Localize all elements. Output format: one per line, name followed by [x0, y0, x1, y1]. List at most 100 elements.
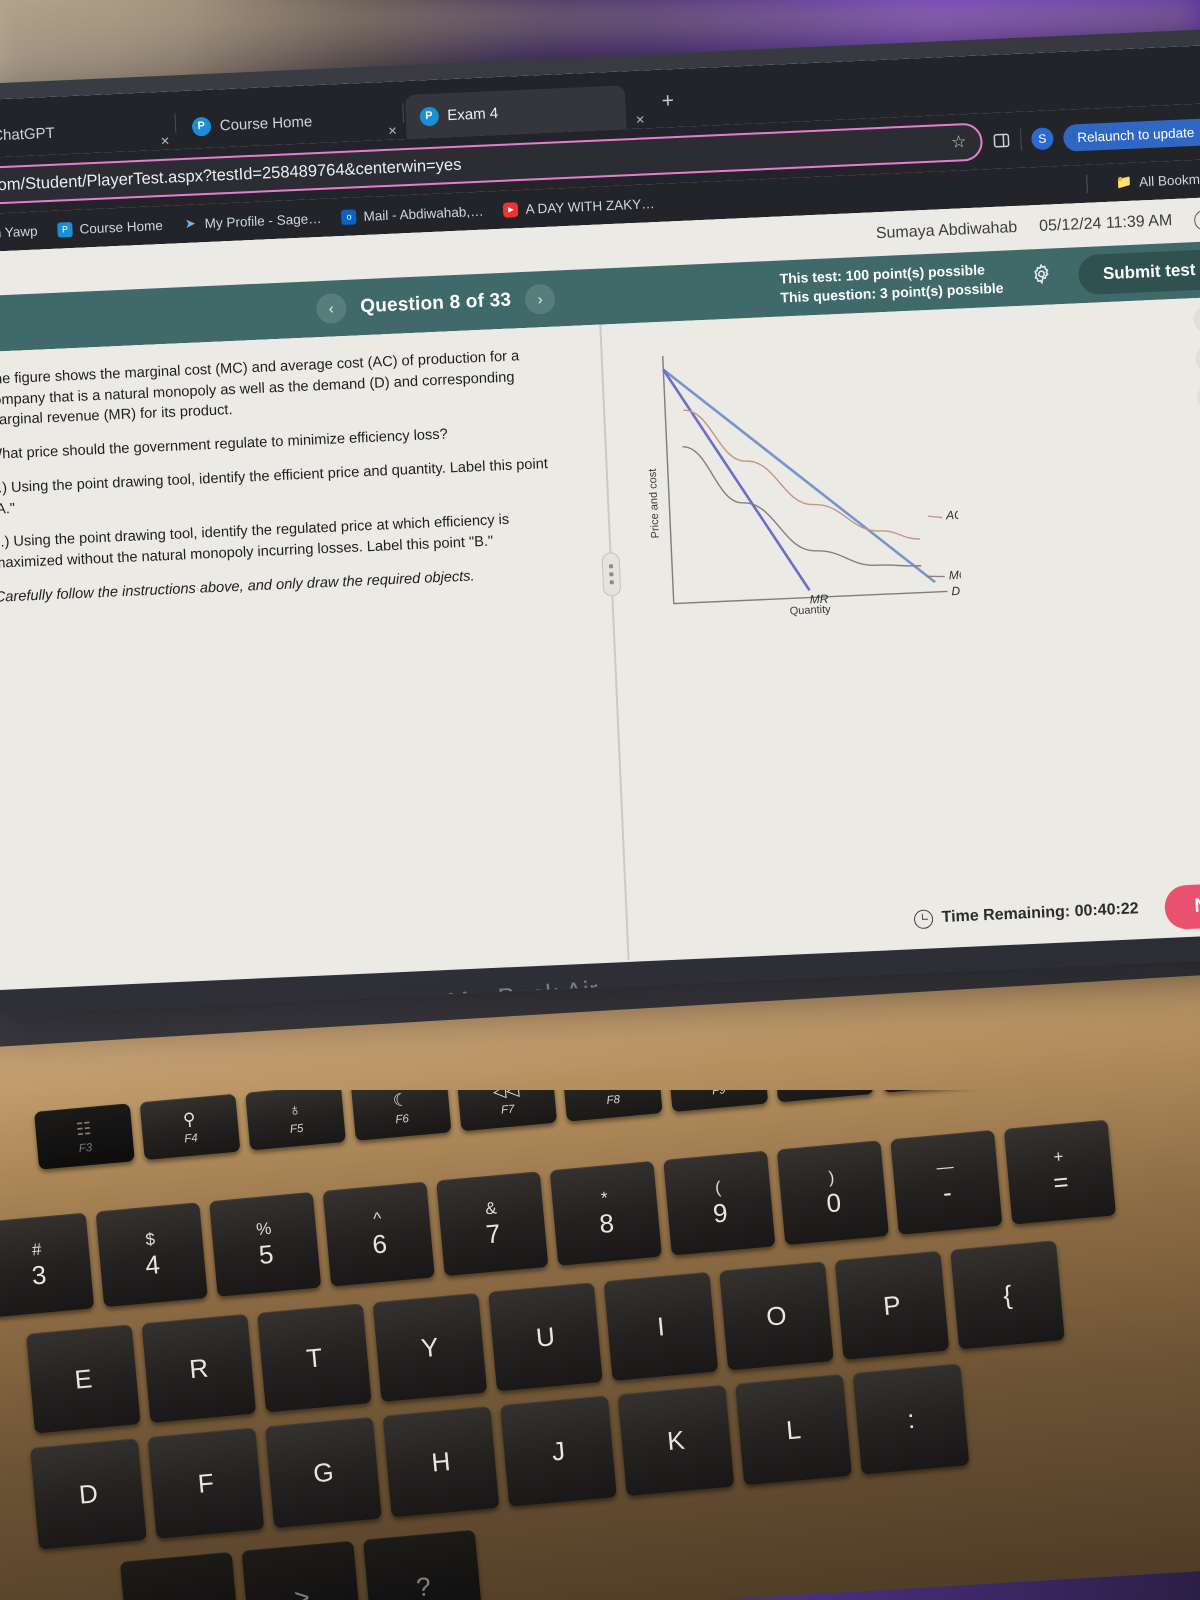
bookmark-a-day-with-zaky[interactable]: ► A DAY WITH ZAKY… [503, 196, 655, 218]
key-y[interactable]: Y [373, 1293, 488, 1402]
key-f10[interactable]: ◁F10 [773, 1090, 874, 1103]
question-work-area: ⇤ The figure shows the marginal cost (MC… [0, 296, 1200, 989]
key-u[interactable]: U [488, 1282, 603, 1391]
key-8[interactable]: *8 [550, 1161, 662, 1266]
side-panel-icon[interactable] [992, 131, 1011, 150]
tab-close-icon-chatgpt[interactable]: × [156, 132, 174, 150]
zoom-in-icon[interactable] [1193, 305, 1200, 334]
key-f11[interactable]: ◁)F11 [879, 1090, 980, 1093]
zoom-out-icon[interactable] [1195, 344, 1200, 373]
key-?[interactable]: ? [363, 1530, 484, 1600]
new-tab-button[interactable]: + [647, 88, 688, 114]
next-button[interactable]: Next [1164, 882, 1200, 930]
gear-icon[interactable] [1030, 262, 1053, 291]
bookmark-label: Mail - Abdiwahab,… [363, 203, 484, 223]
relaunch-to-update-button[interactable]: Relaunch to update ⋮ [1063, 117, 1200, 151]
key-t[interactable]: T [257, 1303, 372, 1412]
key-f3[interactable]: ☷F3 [34, 1103, 135, 1169]
key-shift-label: & [484, 1198, 497, 1219]
key-label: 9 [712, 1197, 729, 1229]
key-f[interactable]: F [148, 1428, 265, 1539]
key-e[interactable]: E [26, 1324, 141, 1433]
y-axis-label: Price and cost [647, 468, 662, 538]
key-j[interactable]: J [500, 1395, 617, 1506]
open-in-new-icon[interactable] [1197, 383, 1200, 412]
tab-divider [402, 103, 404, 123]
key-shift-label: * [600, 1188, 608, 1209]
bookmark-star-icon[interactable]: ☆ [951, 132, 967, 153]
previous-question-button[interactable]: ‹ [316, 293, 347, 324]
economics-figure[interactable]: ACMCDMR Price and cost Quantity [620, 329, 963, 643]
key-label: < [172, 1593, 190, 1600]
key-label: H [430, 1446, 452, 1479]
key-d[interactable]: D [30, 1438, 147, 1549]
key-label: F8 [606, 1093, 620, 1106]
user-name: Sumaya Abdiwahab [876, 219, 1018, 243]
profile-avatar[interactable]: S [1031, 127, 1054, 150]
key-9[interactable]: (9 [663, 1151, 775, 1256]
key-k[interactable]: K [618, 1385, 735, 1496]
key-f7[interactable]: ◁◁F7 [456, 1090, 557, 1131]
key-label: J [551, 1435, 567, 1467]
key-r[interactable]: R [142, 1314, 257, 1423]
key-g[interactable]: G [265, 1417, 382, 1528]
youtube-favicon: ► [503, 202, 519, 218]
series-MR [663, 364, 809, 597]
key-{[interactable]: { [950, 1240, 1065, 1349]
key-label: { [1002, 1279, 1013, 1311]
key-f6[interactable]: ☾F6 [351, 1090, 452, 1141]
pearson-favicon: P [57, 221, 73, 237]
key-label: ? [415, 1571, 432, 1600]
tab-close-icon-course-home[interactable]: × [384, 122, 402, 140]
key-l[interactable]: L [735, 1374, 852, 1485]
key-0[interactable]: )0 [777, 1140, 889, 1245]
key-7[interactable]: &7 [436, 1171, 548, 1276]
key-5[interactable]: %5 [209, 1192, 321, 1297]
session-timestamp: 05/12/24 11:39 AM [1039, 212, 1173, 236]
key-shift-label: + [1053, 1146, 1065, 1167]
key-6[interactable]: ^6 [323, 1182, 435, 1287]
question-intro: The figure shows the marginal cost (MC) … [0, 344, 573, 432]
bookmark-course-home[interactable]: P Course Home [57, 217, 163, 237]
key-glyph: ⚲ [182, 1109, 196, 1130]
question-nav-group: ‹ Question 8 of 33 › [316, 284, 556, 325]
key-label: G [312, 1456, 335, 1489]
next-question-button[interactable]: › [524, 284, 555, 315]
bottom-key-row: < >? [120, 1529, 494, 1600]
key-label: 3 [30, 1259, 47, 1291]
key->[interactable]: > [241, 1541, 362, 1600]
help-icon[interactable]: ? [1194, 209, 1200, 231]
key-3[interactable]: #3 [0, 1213, 94, 1318]
key--[interactable]: —- [890, 1130, 1002, 1235]
key-i[interactable]: I [604, 1272, 719, 1381]
key-=[interactable]: += [1004, 1120, 1116, 1225]
key-:[interactable]: : [853, 1363, 970, 1474]
outlook-favicon: o [341, 209, 357, 225]
key-label: : [906, 1403, 916, 1435]
key-f8[interactable]: ▷‖F8 [562, 1090, 663, 1122]
key-label: E [73, 1363, 93, 1395]
key-label: 8 [598, 1207, 615, 1239]
key-shift-label: ^ [372, 1208, 382, 1229]
key-f4[interactable]: ⚲F4 [140, 1094, 241, 1160]
series-label-MC: MC [948, 567, 963, 582]
key-p[interactable]: P [835, 1251, 950, 1360]
key-4[interactable]: $4 [96, 1202, 208, 1307]
all-bookmarks-button[interactable]: 📁 All Bookmarks [1116, 170, 1200, 191]
key-label: D [78, 1478, 100, 1511]
bookmark-mail-abdiwahab[interactable]: o Mail - Abdiwahab,… [341, 203, 484, 224]
bookmark-my-profile-sage[interactable]: ➤ My Profile - Sage… [182, 210, 322, 231]
tab-close-icon-exam-4[interactable]: × [631, 111, 649, 129]
key-label: O [765, 1300, 788, 1333]
bookmark-label: A DAY WITH ZAKY… [525, 196, 655, 217]
key-label: F3 [78, 1141, 92, 1154]
bookmark-american-yawp[interactable]: ican Yawp [0, 223, 38, 242]
key-f9[interactable]: ▷▷F9 [667, 1090, 768, 1112]
key-o[interactable]: O [719, 1261, 834, 1370]
bookmarks-divider [1086, 175, 1088, 193]
key-h[interactable]: H [383, 1406, 500, 1517]
key-<[interactable]: < [120, 1552, 241, 1600]
question-counter: Question 8 of 33 [360, 290, 512, 319]
key-f5[interactable]: ♁F5 [245, 1090, 346, 1151]
submit-test-button[interactable]: Submit test [1078, 249, 1200, 295]
